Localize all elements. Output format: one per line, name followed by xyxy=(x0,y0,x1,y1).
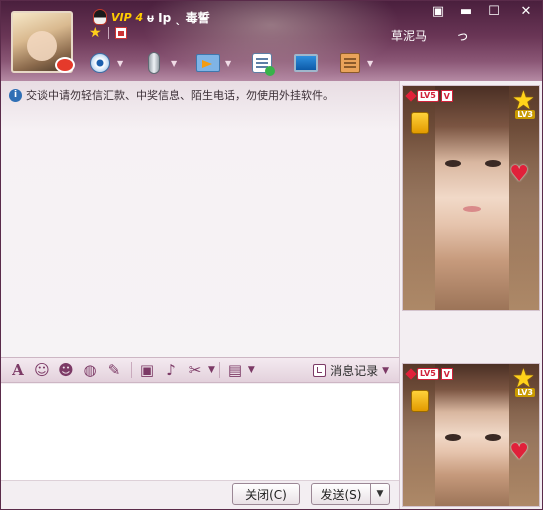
vip-badge[interactable]: VIP 4 xyxy=(93,9,143,25)
app-box-icon xyxy=(340,53,360,73)
screenshot-icon[interactable]: ✂ xyxy=(184,359,206,381)
medal-icon xyxy=(411,112,429,134)
level-tag: LV5 xyxy=(417,90,439,102)
eye-shape xyxy=(445,434,461,441)
menu-button[interactable]: ▣ xyxy=(425,1,451,21)
main-toolbar: ▼ ▼ ▼ ▼ xyxy=(85,47,389,79)
contact-badges: ★ xyxy=(89,26,127,40)
apps-dropdown[interactable]: ▼ xyxy=(367,59,377,68)
level-tag: LV5 xyxy=(417,368,439,380)
voice-call-dropdown[interactable]: ▼ xyxy=(171,59,181,68)
message-history-button[interactable]: 消息记录 ▼ xyxy=(313,362,389,379)
v-tag: V xyxy=(440,90,453,102)
message-history-pane[interactable]: i 交谈中请勿轻信汇款、中奖信息、陌生电话，勿使用外挂软件。 xyxy=(1,81,399,357)
contact-signature: 草泥马 xyxy=(391,29,428,43)
send-file-button[interactable] xyxy=(193,48,223,78)
microphone-icon xyxy=(148,52,160,74)
chevron-down-icon: ▼ xyxy=(382,365,389,376)
send-file-dropdown[interactable]: ▼ xyxy=(225,59,235,68)
flag-icon[interactable] xyxy=(114,27,127,39)
diamond-icon xyxy=(405,368,417,380)
video-call-button[interactable] xyxy=(85,48,115,78)
star-level-tag: LV3 xyxy=(515,110,535,119)
remote-assist-button[interactable] xyxy=(291,48,321,78)
face-icon[interactable]: ☻ xyxy=(55,359,77,381)
star-level-tag: LV3 xyxy=(515,388,535,397)
magic-expression-icon[interactable]: ◍ xyxy=(79,359,101,381)
security-notice: i 交谈中请勿轻信汇款、中奖信息、陌生电话，勿使用外挂软件。 xyxy=(9,87,334,103)
eye-shape xyxy=(485,160,501,167)
apps-button[interactable] xyxy=(335,48,365,78)
video-call-dropdown[interactable]: ▼ xyxy=(117,59,127,68)
create-discussion-button[interactable] xyxy=(247,48,277,78)
eye-shape xyxy=(445,160,461,167)
send-options-dropdown[interactable]: ▼ xyxy=(370,483,390,505)
heart-icon: ♥ xyxy=(509,440,529,465)
voice-call-button[interactable] xyxy=(139,48,169,78)
v-tag: V xyxy=(440,368,453,380)
heart-icon: ♥ xyxy=(509,162,529,187)
screenshot-dropdown[interactable]: ▼ xyxy=(208,365,215,375)
message-history-label: 消息记录 xyxy=(330,364,379,378)
eye-shape xyxy=(485,434,501,441)
avatar-face xyxy=(27,31,57,61)
contact-avatar[interactable] xyxy=(11,11,75,73)
hair-shape xyxy=(403,364,435,506)
close-window-button[interactable]: ✕ xyxy=(513,1,539,21)
avatar-status-badge xyxy=(55,57,75,73)
screen-icon xyxy=(294,54,318,72)
font-icon[interactable]: A xyxy=(7,359,29,381)
security-notice-text: 交谈中请勿轻信汇款、中奖信息、陌生电话，勿使用外挂软件。 xyxy=(26,89,334,102)
contact-nickname[interactable]: ᵾ Ip ˎ 毒誓 xyxy=(147,9,210,26)
divider xyxy=(218,362,220,378)
chat-window: VIP 4 ᵾ Ip ˎ 毒誓 ★ ▣ ▬ ☐ ✕ 草泥马 っ ▼ ▼ ▼ ▼ xyxy=(0,0,543,510)
my-show-image[interactable]: LV5 V ★ LV3 ♥ xyxy=(402,363,540,507)
qq-penguin-icon xyxy=(93,9,107,25)
format-toolbar: A ☺ ☻ ◍ ✎ ▣ ♪ ✂ ▼ ▤ ▼ 消息记录 ▼ xyxy=(1,357,399,383)
folder-arrow-icon xyxy=(196,54,220,72)
gift-icon[interactable]: ▤ xyxy=(224,359,246,381)
divider xyxy=(131,362,132,378)
contact-signature-mark: っ xyxy=(456,29,470,44)
webcam-icon xyxy=(90,53,110,73)
maximize-button[interactable]: ☐ xyxy=(481,1,507,21)
lips-shape xyxy=(463,206,481,212)
minimize-button[interactable]: ▬ xyxy=(453,1,479,21)
contact-show-image[interactable]: LV5 V ★ LV3 ♥ xyxy=(402,85,540,311)
level-badge: LV5 V xyxy=(405,368,453,380)
clock-icon xyxy=(313,364,327,377)
divider xyxy=(107,27,109,39)
close-button[interactable]: 关闭(C) xyxy=(232,483,300,505)
star-icon[interactable]: ★ xyxy=(89,26,102,40)
info-icon: i xyxy=(9,88,22,102)
side-panel: LV5 V ★ LV3 ♥ LV5 V ★ LV3 ♥ xyxy=(399,81,542,509)
level-badge: LV5 V xyxy=(405,90,453,102)
vip-level: VIP 4 xyxy=(111,10,144,24)
gift-dropdown[interactable]: ▼ xyxy=(248,365,255,375)
music-icon[interactable]: ♪ xyxy=(160,359,182,381)
hair-shape xyxy=(509,86,539,310)
diamond-icon xyxy=(405,90,417,102)
image-icon[interactable]: ▣ xyxy=(136,359,158,381)
message-input[interactable] xyxy=(1,384,399,480)
emoji-icon[interactable]: ☺ xyxy=(31,359,53,381)
action-bar: 关闭(C) 发送(S) ▼ xyxy=(1,480,399,509)
list-add-icon xyxy=(252,53,275,76)
header: VIP 4 ᵾ Ip ˎ 毒誓 ★ ▣ ▬ ☐ ✕ 草泥马 っ ▼ ▼ ▼ ▼ xyxy=(1,1,542,81)
edit-icon[interactable]: ✎ xyxy=(103,359,125,381)
send-button[interactable]: 发送(S) xyxy=(311,483,371,505)
medal-icon xyxy=(411,390,429,412)
